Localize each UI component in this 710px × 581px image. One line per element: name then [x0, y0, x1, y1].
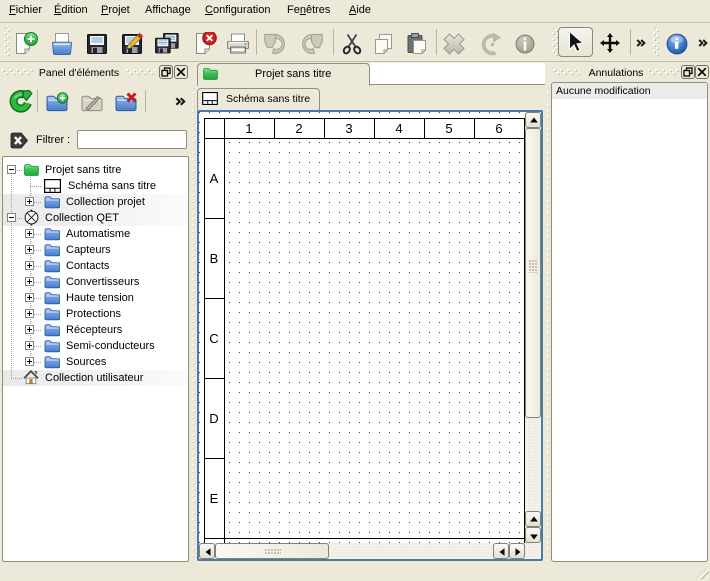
svg-text:4: 4 — [395, 121, 402, 136]
svg-text:6: 6 — [495, 121, 502, 136]
svg-text:3: 3 — [345, 121, 352, 136]
svg-text:A: A — [210, 171, 219, 186]
svg-text:B: B — [210, 251, 219, 266]
svg-text:D: D — [209, 411, 218, 426]
svg-text:C: C — [209, 331, 218, 346]
svg-text:5: 5 — [445, 121, 452, 136]
svg-text:1: 1 — [245, 121, 252, 136]
svg-text:E: E — [210, 491, 219, 506]
svg-text:2: 2 — [295, 121, 302, 136]
